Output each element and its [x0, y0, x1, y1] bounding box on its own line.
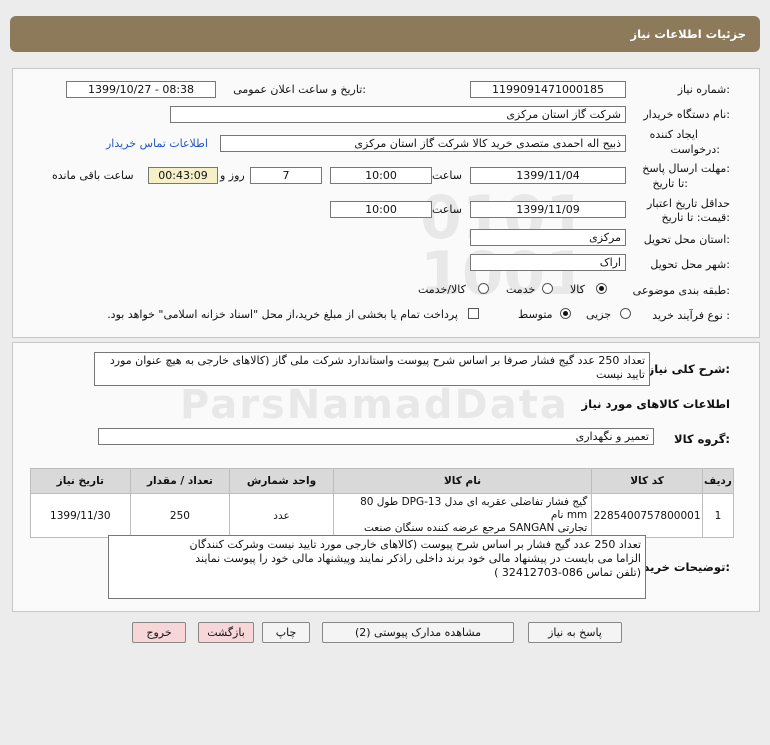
row-unit: عدد: [229, 493, 334, 538]
price-validity-label-1: حداقل تاریخ اعتبار: [646, 197, 730, 210]
buyer-notes-line2: الزاما می بایست در پیشنهاد مالی خود برند…: [195, 552, 641, 565]
need-number-field: 1199091471000185: [470, 81, 626, 98]
category-radio-goods-service[interactable]: [478, 283, 489, 294]
row-name: گیج فشار تفاضلی عقربه ای مدل DPG-13 طول …: [332, 493, 593, 538]
purchase-type-label: نوع فرآیند خرید :: [652, 309, 730, 322]
buyer-contact-link[interactable]: اطلاعات تماس خریدار: [106, 137, 208, 150]
creator-label-2: درخواست:: [670, 143, 721, 156]
buyer-notes-line1: تعداد 250 عدد گیج فشار بر اساس شرح پیوست…: [189, 538, 641, 551]
reply-deadline-label-1: مهلت ارسال پاسخ:: [642, 162, 730, 175]
category-radio-service[interactable]: [542, 283, 553, 294]
treasury-note: پرداخت تمام یا بخشی از مبلغ خرید،از محل …: [107, 308, 458, 321]
row-index: 1: [701, 493, 735, 538]
page-title: جزئیات اطلاعات نیاز: [630, 27, 746, 41]
category-option-service: خدمت: [506, 283, 536, 296]
column-header-unit: واحد شمارش: [229, 468, 334, 494]
province-label: استان محل تحویل:: [643, 233, 730, 246]
category-label: طبقه بندی موضوعی:: [632, 284, 730, 297]
validity-date-field: 1399/11/09: [470, 201, 626, 218]
validity-time-label: ساعت: [432, 203, 462, 216]
announce-date-field: 1399/10/27 - 08:38: [66, 81, 216, 98]
city-field: اراک: [470, 254, 626, 271]
buyer-notes-box: تعداد 250 عدد گیج فشار بر اساس شرح پیوست…: [108, 535, 646, 599]
validity-time-field: 10:00: [330, 201, 432, 218]
need-number-label: شماره نیاز:: [677, 83, 730, 96]
treasury-checkbox[interactable]: [468, 308, 479, 319]
column-header-qty: تعداد / مقدار: [129, 468, 231, 494]
goods-table: ردیف کد کالا نام کالا واحد شمارش تعداد /…: [30, 468, 735, 538]
announce-date-label: تاریخ و ساعت اعلان عمومی:: [233, 83, 366, 96]
row-date: 1399/11/30: [30, 493, 131, 538]
remaining-time-field: 00:43:09: [148, 167, 218, 184]
category-radio-goods[interactable]: [596, 283, 607, 294]
creator-field: ذبیح اله احمدی متصدی خرید کالا شرکت گاز …: [220, 135, 626, 152]
price-validity-label-2: قیمت: تا تاریخ:: [661, 211, 730, 224]
purchase-radio-minor[interactable]: [620, 308, 631, 319]
reply-button[interactable]: پاسخ به نیاز: [528, 622, 622, 643]
city-label: شهر محل تحویل:: [650, 258, 730, 271]
purchase-radio-medium[interactable]: [560, 308, 571, 319]
days-label: روز و: [220, 169, 245, 182]
print-button[interactable]: چاپ: [262, 622, 310, 643]
reply-deadline-label-2: تا تاریخ:: [652, 177, 688, 190]
goods-group-field: تعمیر و نگهداری: [98, 428, 654, 445]
reply-time-label: ساعت: [432, 169, 462, 182]
buyer-org-field: شرکت گاز استان مرکزی: [170, 106, 626, 123]
column-header-date: تاریخ نیاز: [30, 468, 131, 494]
view-docs-button[interactable]: مشاهده مدارک پیوستی (2): [322, 622, 514, 643]
creator-label-1: ایجاد کننده: [649, 128, 698, 141]
description-box: تعداد 250 عدد گیج فشار صرفا بر اساس شرح …: [94, 352, 650, 386]
column-header-name: نام کالا: [332, 468, 593, 494]
category-option-goods-service: کالا/خدمت: [418, 283, 466, 296]
buyer-notes-label: توضیحات خریدار:: [632, 560, 730, 574]
table-row: 1 2285400757800001 گیج فشار تفاضلی عقربه…: [30, 493, 735, 538]
row-code: 2285400757800001: [591, 493, 703, 538]
watermark-text: ParsNamadData: [180, 382, 569, 428]
description-text: تعداد 250 عدد گیج فشار صرفا بر اساس شرح …: [109, 354, 645, 381]
back-button[interactable]: بازگشت: [198, 622, 254, 643]
reply-date-field: 1399/11/04: [470, 167, 626, 184]
goods-group-label: گروه کالا:: [674, 432, 730, 446]
remaining-time-label: ساعت باقی مانده: [52, 169, 134, 182]
exit-button[interactable]: خروج: [132, 622, 186, 643]
goods-table-header: ردیف کد کالا نام کالا واحد شمارش تعداد /…: [30, 468, 735, 494]
province-field: مرکزی: [470, 229, 626, 246]
purchase-option-medium: متوسط: [518, 308, 553, 321]
row-name-line2: تجارتی SANGAN مرجع عرضه کننده سنگان صنعت: [363, 522, 588, 534]
column-header-code: کد کالا: [591, 468, 703, 494]
row-name-line1: گیج فشار تفاضلی عقربه ای مدل DPG-13 طول …: [360, 496, 588, 521]
purchase-option-minor: جزیی: [586, 308, 612, 321]
row-qty: 250: [129, 493, 231, 538]
category-option-goods: کالا: [570, 283, 585, 296]
buyer-org-label: نام دستگاه خریدار:: [643, 108, 730, 121]
page-title-bar: جزئیات اطلاعات نیاز: [10, 16, 760, 52]
reply-time-field: 10:00: [330, 167, 432, 184]
description-label: شرح کلی نیاز:: [647, 362, 730, 376]
column-header-index: ردیف: [701, 468, 735, 494]
days-field: 7: [250, 167, 322, 184]
buyer-notes-line3: (تلفن تماس 086-32412703 ): [494, 566, 641, 579]
goods-section-title: اطلاعات کالاهای مورد نیاز: [581, 397, 730, 411]
